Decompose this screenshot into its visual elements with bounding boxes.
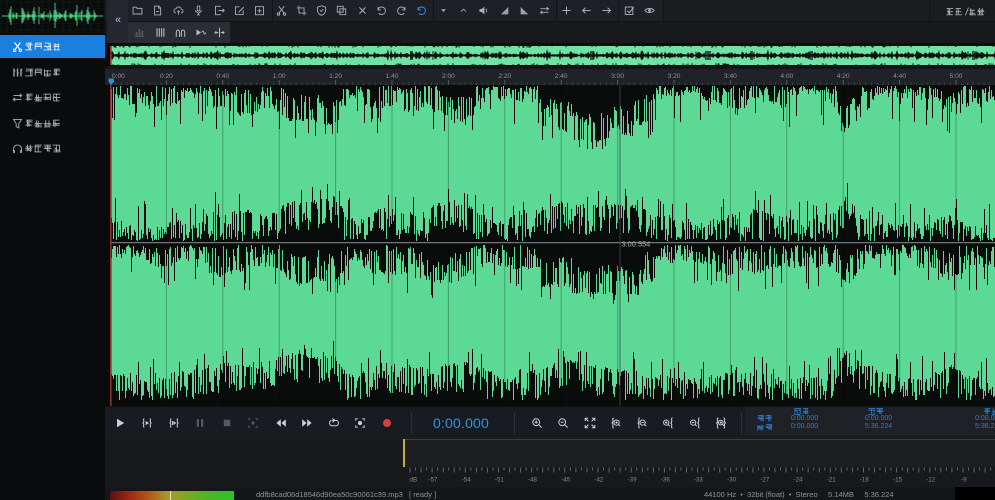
svg-text:-54: -54 [462,477,472,484]
svg-text:dB: dB [410,477,418,484]
svg-text:3:40: 3:40 [724,73,737,80]
svg-text:-30: -30 [727,477,737,484]
svg-text:-27: -27 [760,477,770,484]
svg-text:1:40: 1:40 [386,73,399,80]
svg-text:4:20: 4:20 [837,73,850,80]
svg-text:2:40: 2:40 [555,73,568,80]
svg-text:4:00: 4:00 [780,73,793,80]
svg-text:3:00.554: 3:00.554 [622,239,651,248]
svg-text:-45: -45 [561,477,571,484]
svg-text:-51: -51 [495,477,505,484]
svg-text:0:20: 0:20 [160,73,173,80]
svg-text:4:40: 4:40 [893,73,906,80]
svg-text:1:20: 1:20 [329,73,342,80]
svg-text:5:00: 5:00 [950,73,963,80]
svg-text:-18: -18 [860,477,870,484]
svg-text:-12: -12 [926,477,936,484]
svg-text:2:20: 2:20 [498,73,511,80]
svg-text:-39: -39 [628,477,638,484]
svg-text:-21: -21 [827,477,837,484]
svg-text:-15: -15 [893,477,903,484]
svg-text:-57: -57 [429,477,439,484]
svg-text:-42: -42 [594,477,604,484]
svg-text:0:40: 0:40 [216,73,229,80]
svg-text:3:20: 3:20 [668,73,681,80]
svg-text:-24: -24 [794,477,804,484]
svg-text:-9: -9 [961,477,967,484]
svg-text:-48: -48 [528,477,538,484]
svg-text:-36: -36 [661,477,671,484]
svg-text:-33: -33 [694,477,704,484]
svg-text:1:00: 1:00 [273,73,286,80]
svg-text:3:00: 3:00 [611,73,624,80]
svg-text:2:00: 2:00 [442,73,455,80]
